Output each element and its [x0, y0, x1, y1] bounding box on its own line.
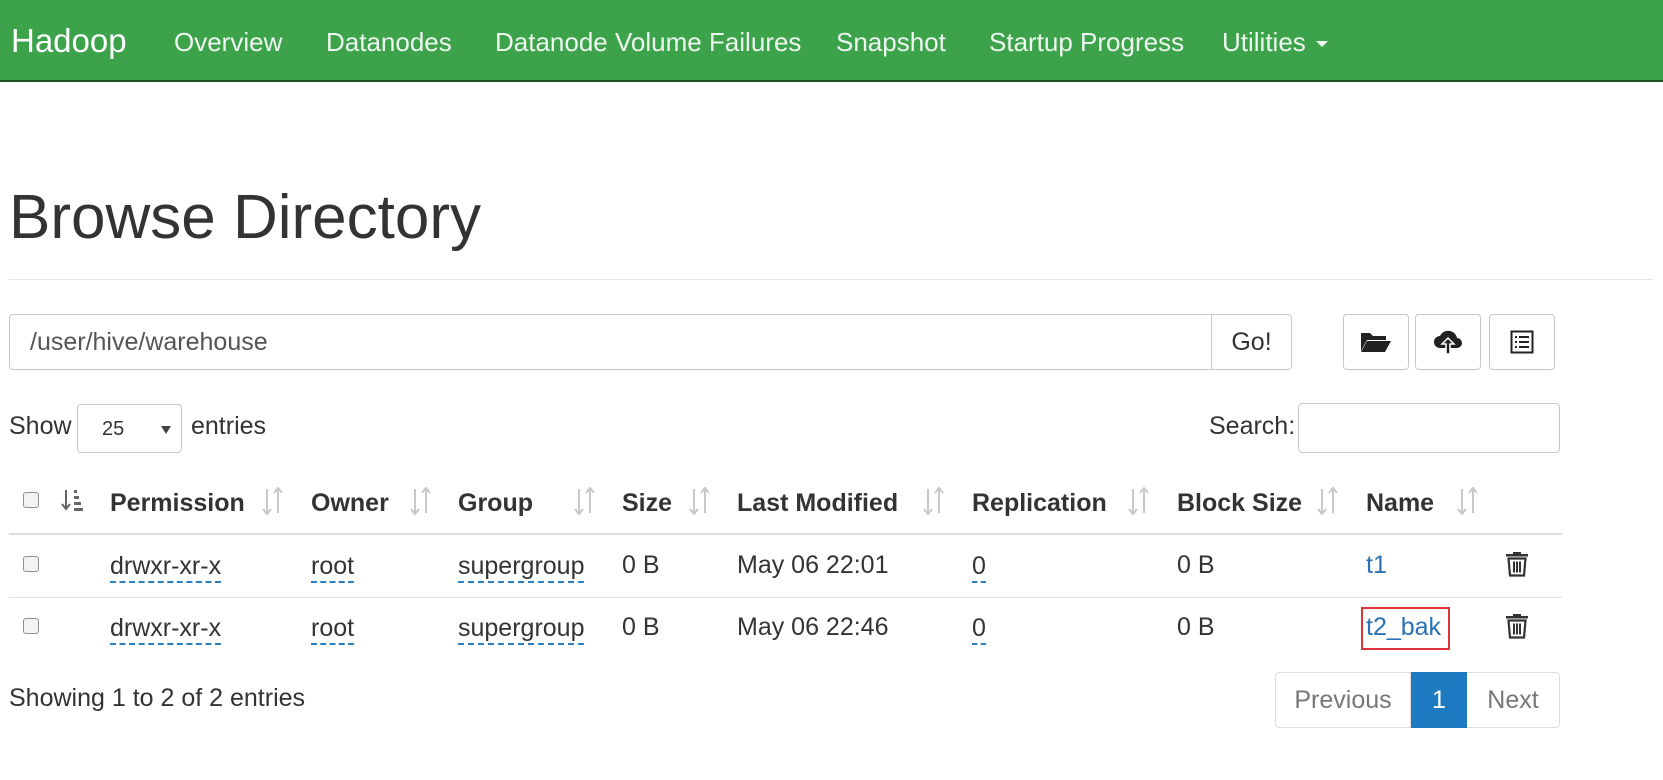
permission-cell[interactable]: drwxr-xr-x: [110, 551, 222, 583]
go-button[interactable]: Go!: [1211, 314, 1292, 370]
owner-cell[interactable]: root: [311, 613, 355, 645]
sort-ascending-icon[interactable]: [61, 488, 85, 512]
nav-startup-progress[interactable]: Startup Progress: [989, 27, 1184, 58]
sort-both-icon[interactable]: [409, 487, 433, 515]
row-checkbox[interactable]: [23, 618, 39, 634]
permission-cell[interactable]: drwxr-xr-x: [110, 613, 222, 645]
highlight-box: [1361, 607, 1450, 650]
column-header-owner[interactable]: Owner: [311, 489, 389, 518]
column-header-group[interactable]: Group: [458, 489, 533, 518]
trash-icon[interactable]: [1504, 612, 1530, 639]
size-cell: 0 B: [622, 613, 660, 641]
select-arrow-icon: [161, 426, 171, 434]
search-label: Search:: [1209, 412, 1296, 440]
upload-files-button[interactable]: [1415, 314, 1481, 370]
top-navbar: Hadoop Overview Datanodes Datanode Volum…: [0, 0, 1663, 82]
column-header-replication[interactable]: Replication: [972, 489, 1107, 518]
cut-paste-button[interactable]: [1489, 314, 1555, 370]
nav-datanodes[interactable]: Datanodes: [326, 27, 452, 58]
column-header-size[interactable]: Size: [622, 489, 672, 518]
column-header-block-size[interactable]: Block Size: [1177, 489, 1302, 518]
directory-path-input[interactable]: [9, 314, 1212, 370]
size-cell: 0 B: [622, 551, 660, 579]
owner-cell[interactable]: root: [311, 551, 355, 583]
last-modified-cell: May 06 22:01: [737, 551, 889, 579]
group-cell[interactable]: supergroup: [458, 613, 585, 645]
cloud-upload-icon: [1434, 330, 1462, 355]
sort-both-icon[interactable]: [1127, 487, 1151, 515]
page-length-value: 25: [102, 418, 125, 440]
replication-cell[interactable]: 0: [972, 613, 986, 645]
column-header-name[interactable]: Name: [1366, 489, 1434, 518]
table-info: Showing 1 to 2 of 2 entries: [9, 684, 306, 712]
table-row-divider: [9, 597, 1562, 598]
trash-icon[interactable]: [1504, 550, 1530, 577]
row-checkbox[interactable]: [23, 556, 39, 572]
sort-both-icon[interactable]: [573, 487, 597, 515]
file-name-link[interactable]: t1: [1366, 551, 1387, 580]
nav-datanode-volume-failures[interactable]: Datanode Volume Failures: [495, 27, 801, 58]
sort-both-icon[interactable]: [688, 487, 712, 515]
brand-logo[interactable]: Hadoop: [11, 22, 127, 60]
nav-utilities-label: Utilities: [1222, 27, 1306, 57]
block-size-cell: 0 B: [1177, 551, 1215, 579]
page-length-select[interactable]: 25: [77, 404, 182, 453]
sort-both-icon[interactable]: [922, 487, 946, 515]
folder-open-icon: [1361, 333, 1391, 352]
create-directory-button[interactable]: [1343, 314, 1409, 370]
nav-utilities-dropdown[interactable]: Utilities: [1222, 27, 1328, 58]
group-cell[interactable]: supergroup: [458, 551, 585, 583]
current-page-button[interactable]: 1: [1411, 672, 1467, 728]
sort-both-icon[interactable]: [1456, 487, 1480, 515]
column-header-permission[interactable]: Permission: [110, 489, 245, 518]
caret-down-icon: [1315, 41, 1328, 48]
entries-label: entries: [191, 412, 267, 440]
previous-page-button[interactable]: Previous: [1275, 672, 1411, 728]
list-icon: [1510, 330, 1534, 354]
nav-snapshot[interactable]: Snapshot: [836, 27, 946, 58]
column-header-last-modified[interactable]: Last Modified: [737, 489, 898, 518]
sort-both-icon[interactable]: [1316, 487, 1340, 515]
search-input[interactable]: [1298, 403, 1560, 453]
block-size-cell: 0 B: [1177, 613, 1215, 641]
nav-overview[interactable]: Overview: [174, 27, 282, 58]
table-header-divider: [9, 533, 1562, 535]
replication-cell[interactable]: 0: [972, 551, 986, 583]
last-modified-cell: May 06 22:46: [737, 613, 889, 641]
sort-both-icon[interactable]: [261, 487, 285, 515]
page-title: Browse Directory: [9, 183, 481, 252]
title-divider: [9, 279, 1653, 280]
pagination: Previous 1 Next: [1275, 672, 1560, 728]
next-page-button[interactable]: Next: [1467, 672, 1560, 728]
select-all-checkbox[interactable]: [23, 492, 39, 508]
show-label: Show: [9, 412, 72, 440]
